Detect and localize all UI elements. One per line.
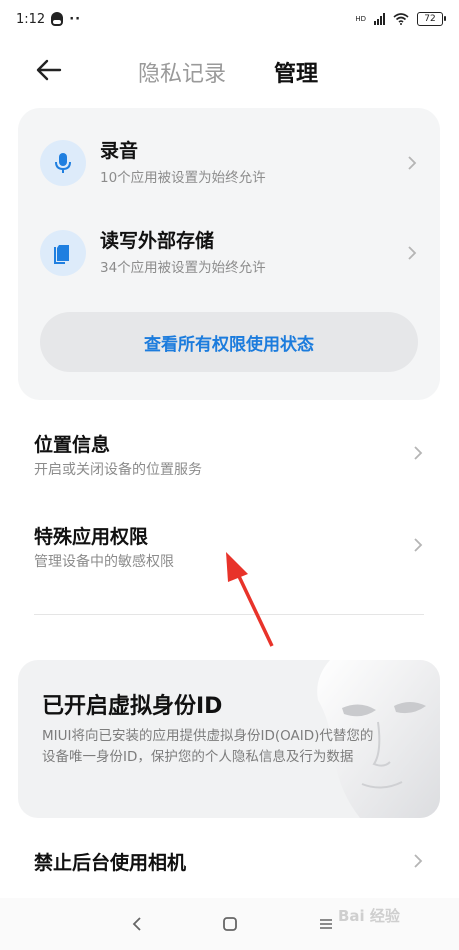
block-background-camera-title: 禁止后台使用相机: [34, 852, 187, 874]
status-time: 1:12: [16, 11, 46, 27]
virtual-id-title: 已开启虚拟身份ID: [42, 694, 223, 719]
permission-row-external-storage[interactable]: 读写外部存储 34个应用被设置为始终允许: [18, 218, 440, 288]
permission-title: 读写外部存储: [100, 230, 215, 252]
qq-notification-icon: [51, 12, 64, 26]
chevron-right-icon: [414, 538, 423, 552]
battery-level: 72: [424, 14, 436, 24]
signal-icon: [374, 13, 385, 25]
chevron-right-icon: [408, 246, 417, 260]
permission-subtitle: 10个应用被设置为始终允许: [100, 170, 266, 186]
location-info-subtitle: 开启或关闭设备的位置服务: [34, 462, 202, 478]
virtual-id-card[interactable]: 已开启虚拟身份ID MIUI将向已安装的应用提供虚拟身份ID(OAID)代替您的…: [18, 660, 440, 818]
more-notifications-icon: ··: [69, 11, 82, 27]
back-arrow-icon[interactable]: [34, 56, 64, 84]
permission-title: 录音: [100, 140, 139, 162]
nav-back-icon[interactable]: [126, 912, 150, 936]
wifi-icon: [393, 13, 409, 25]
section-divider: [34, 614, 424, 615]
permission-row-record-audio[interactable]: 录音 10个应用被设置为始终允许: [18, 128, 440, 198]
header: 隐私记录 管理: [0, 42, 459, 98]
network-type-label: HD: [355, 15, 366, 23]
location-info-title: 位置信息: [34, 434, 111, 456]
storage-icon: [40, 230, 86, 276]
microphone-icon: [40, 140, 86, 186]
watermark-text: Bai 经验: [338, 907, 400, 925]
block-background-camera-row[interactable]: 禁止后台使用相机: [0, 832, 459, 894]
virtual-id-description: MIUI将向已安装的应用提供虚拟身份ID(OAID)代替您的设备唯一身份ID，保…: [42, 728, 374, 765]
special-app-permissions-title: 特殊应用权限: [34, 526, 149, 548]
location-info-row[interactable]: 位置信息 开启或关闭设备的位置服务: [0, 418, 459, 498]
nav-home-icon[interactable]: [218, 912, 242, 936]
chevron-right-icon: [414, 446, 423, 460]
chevron-right-icon: [408, 156, 417, 170]
battery-icon: 72: [417, 12, 446, 26]
nav-menu-icon[interactable]: [314, 912, 338, 936]
tab-privacy-records[interactable]: 隐私记录: [138, 56, 226, 88]
chevron-right-icon: [414, 854, 423, 868]
permission-subtitle: 34个应用被设置为始终允许: [100, 260, 266, 276]
status-bar: 1:12 ·· HD 72: [0, 0, 459, 38]
special-app-permissions-row[interactable]: 特殊应用权限 管理设备中的敏感权限: [0, 510, 459, 590]
special-app-permissions-subtitle: 管理设备中的敏感权限: [34, 554, 174, 570]
view-all-permissions-button[interactable]: 查看所有权限使用状态: [40, 312, 418, 372]
tab-manage[interactable]: 管理: [274, 56, 318, 88]
permission-usage-card: 录音 10个应用被设置为始终允许 读写外部存储 34个应用被设置为始终允许 查看…: [18, 108, 440, 400]
